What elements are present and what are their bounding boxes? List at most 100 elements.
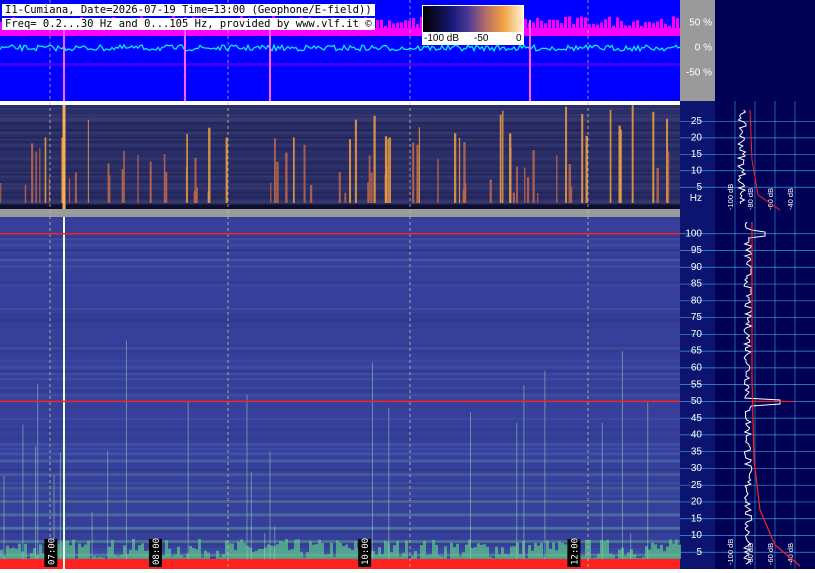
noise-column (252, 552, 255, 559)
noise-column (444, 546, 447, 559)
spectrum-panel-top (715, 0, 815, 101)
noise-column (558, 542, 561, 559)
noise-column (498, 554, 501, 559)
spectrogram-texture-band (0, 114, 680, 116)
spectrogram-high-y-tick: 25 (691, 480, 703, 491)
noise-column (330, 543, 333, 559)
envelope-spike (584, 17, 587, 28)
noise-column (222, 554, 225, 559)
time-tick: 08:00 (149, 538, 162, 567)
time-tick: 10:00 (358, 538, 371, 567)
spectrum-low-x-tick: -40 dB (786, 188, 795, 210)
spectrogram-texture-band (0, 238, 680, 240)
spectrogram-texture-band (0, 418, 680, 420)
noise-column (6, 546, 9, 559)
spectrogram-texture-band (0, 137, 680, 139)
spectrogram-texture-band (0, 252, 680, 253)
noise-column (381, 554, 384, 559)
noise-column (294, 540, 297, 559)
noise-column (474, 547, 477, 559)
spectrogram-texture-band (0, 170, 680, 172)
envelope-spike (400, 22, 403, 28)
noise-column (402, 553, 405, 559)
noise-column (177, 547, 180, 559)
noise-column (144, 551, 147, 559)
panel-separator (0, 101, 680, 105)
spectrogram-texture-band (0, 360, 680, 361)
colorbar-legend: -100 dB -50 0 (422, 5, 524, 45)
spectrum-low-x-tick: -60 dB (766, 188, 775, 210)
noise-column (342, 546, 345, 559)
noise-column (597, 554, 600, 559)
envelope-spike (548, 20, 551, 28)
noise-column (12, 548, 15, 559)
noise-column (9, 548, 12, 558)
envelope-spike (676, 18, 679, 28)
harmonic-band (0, 460, 680, 463)
noise-column (510, 546, 513, 558)
envelope-spike (632, 22, 635, 28)
envelope-spike (608, 17, 611, 28)
noise-column (168, 549, 171, 559)
noise-column (606, 540, 609, 559)
spectrogram-low-y-tick: 20 (691, 133, 703, 144)
noise-column (228, 543, 231, 559)
noise-column (423, 541, 426, 559)
noise-column (450, 543, 453, 559)
spectrogram-texture-band (0, 308, 680, 310)
noise-column (18, 544, 21, 559)
time-tick: 12:00 (567, 538, 580, 567)
spectrum-low-x-tick: -80 dB (746, 188, 755, 210)
time-tick-label: 07:00 (47, 538, 57, 565)
spectrogram-high-y-tick: 75 (691, 312, 703, 323)
spectrogram-high-y-tick: 70 (691, 329, 703, 340)
noise-column (81, 547, 84, 559)
noise-column (669, 540, 672, 559)
noise-column (657, 549, 660, 559)
noise-column (549, 549, 552, 559)
spectrogram-texture-band (0, 144, 680, 146)
time-tick-label: 08:00 (152, 538, 162, 565)
spectrogram-texture-band (0, 123, 680, 125)
noise-column (654, 544, 657, 559)
spectrogram-texture-band (0, 244, 680, 246)
noise-column (285, 539, 288, 559)
harmonic-band (0, 500, 680, 503)
spectrogram-texture-band (0, 236, 680, 238)
noise-column (201, 557, 204, 559)
noise-column (339, 543, 342, 559)
noise-column (591, 558, 594, 559)
spectrogram-texture-band (0, 530, 680, 533)
noise-column (462, 552, 465, 559)
noise-column (354, 541, 357, 559)
spectrogram-texture-band (0, 448, 680, 450)
envelope-spike (404, 20, 407, 28)
envelope-spike (396, 23, 399, 28)
noise-column (39, 544, 42, 559)
envelope-spike (656, 22, 659, 28)
spectrogram-texture-band (0, 394, 680, 396)
noise-column (612, 555, 615, 559)
noise-column (546, 540, 549, 558)
envelope-spike (412, 18, 415, 28)
envelope-spike (624, 25, 627, 28)
spectrogram-high-y-tick: 10 (691, 530, 703, 541)
envelope-spike (536, 18, 539, 28)
noise-column (603, 541, 606, 558)
noise-column (120, 555, 123, 559)
envelope-spike (672, 16, 675, 28)
noise-column (420, 545, 423, 559)
noise-column (240, 540, 243, 559)
noise-column (486, 547, 489, 559)
noise-column (78, 544, 81, 559)
spectrogram-texture-band (0, 378, 680, 380)
noise-column (594, 557, 597, 559)
noise-column (321, 543, 324, 559)
harmonic-band (0, 527, 680, 530)
noise-column (660, 545, 663, 559)
noise-column (525, 558, 528, 559)
envelope-spike (644, 22, 647, 28)
spectrogram-texture-band (0, 161, 680, 163)
noise-column (246, 546, 249, 559)
noise-column (288, 550, 291, 559)
